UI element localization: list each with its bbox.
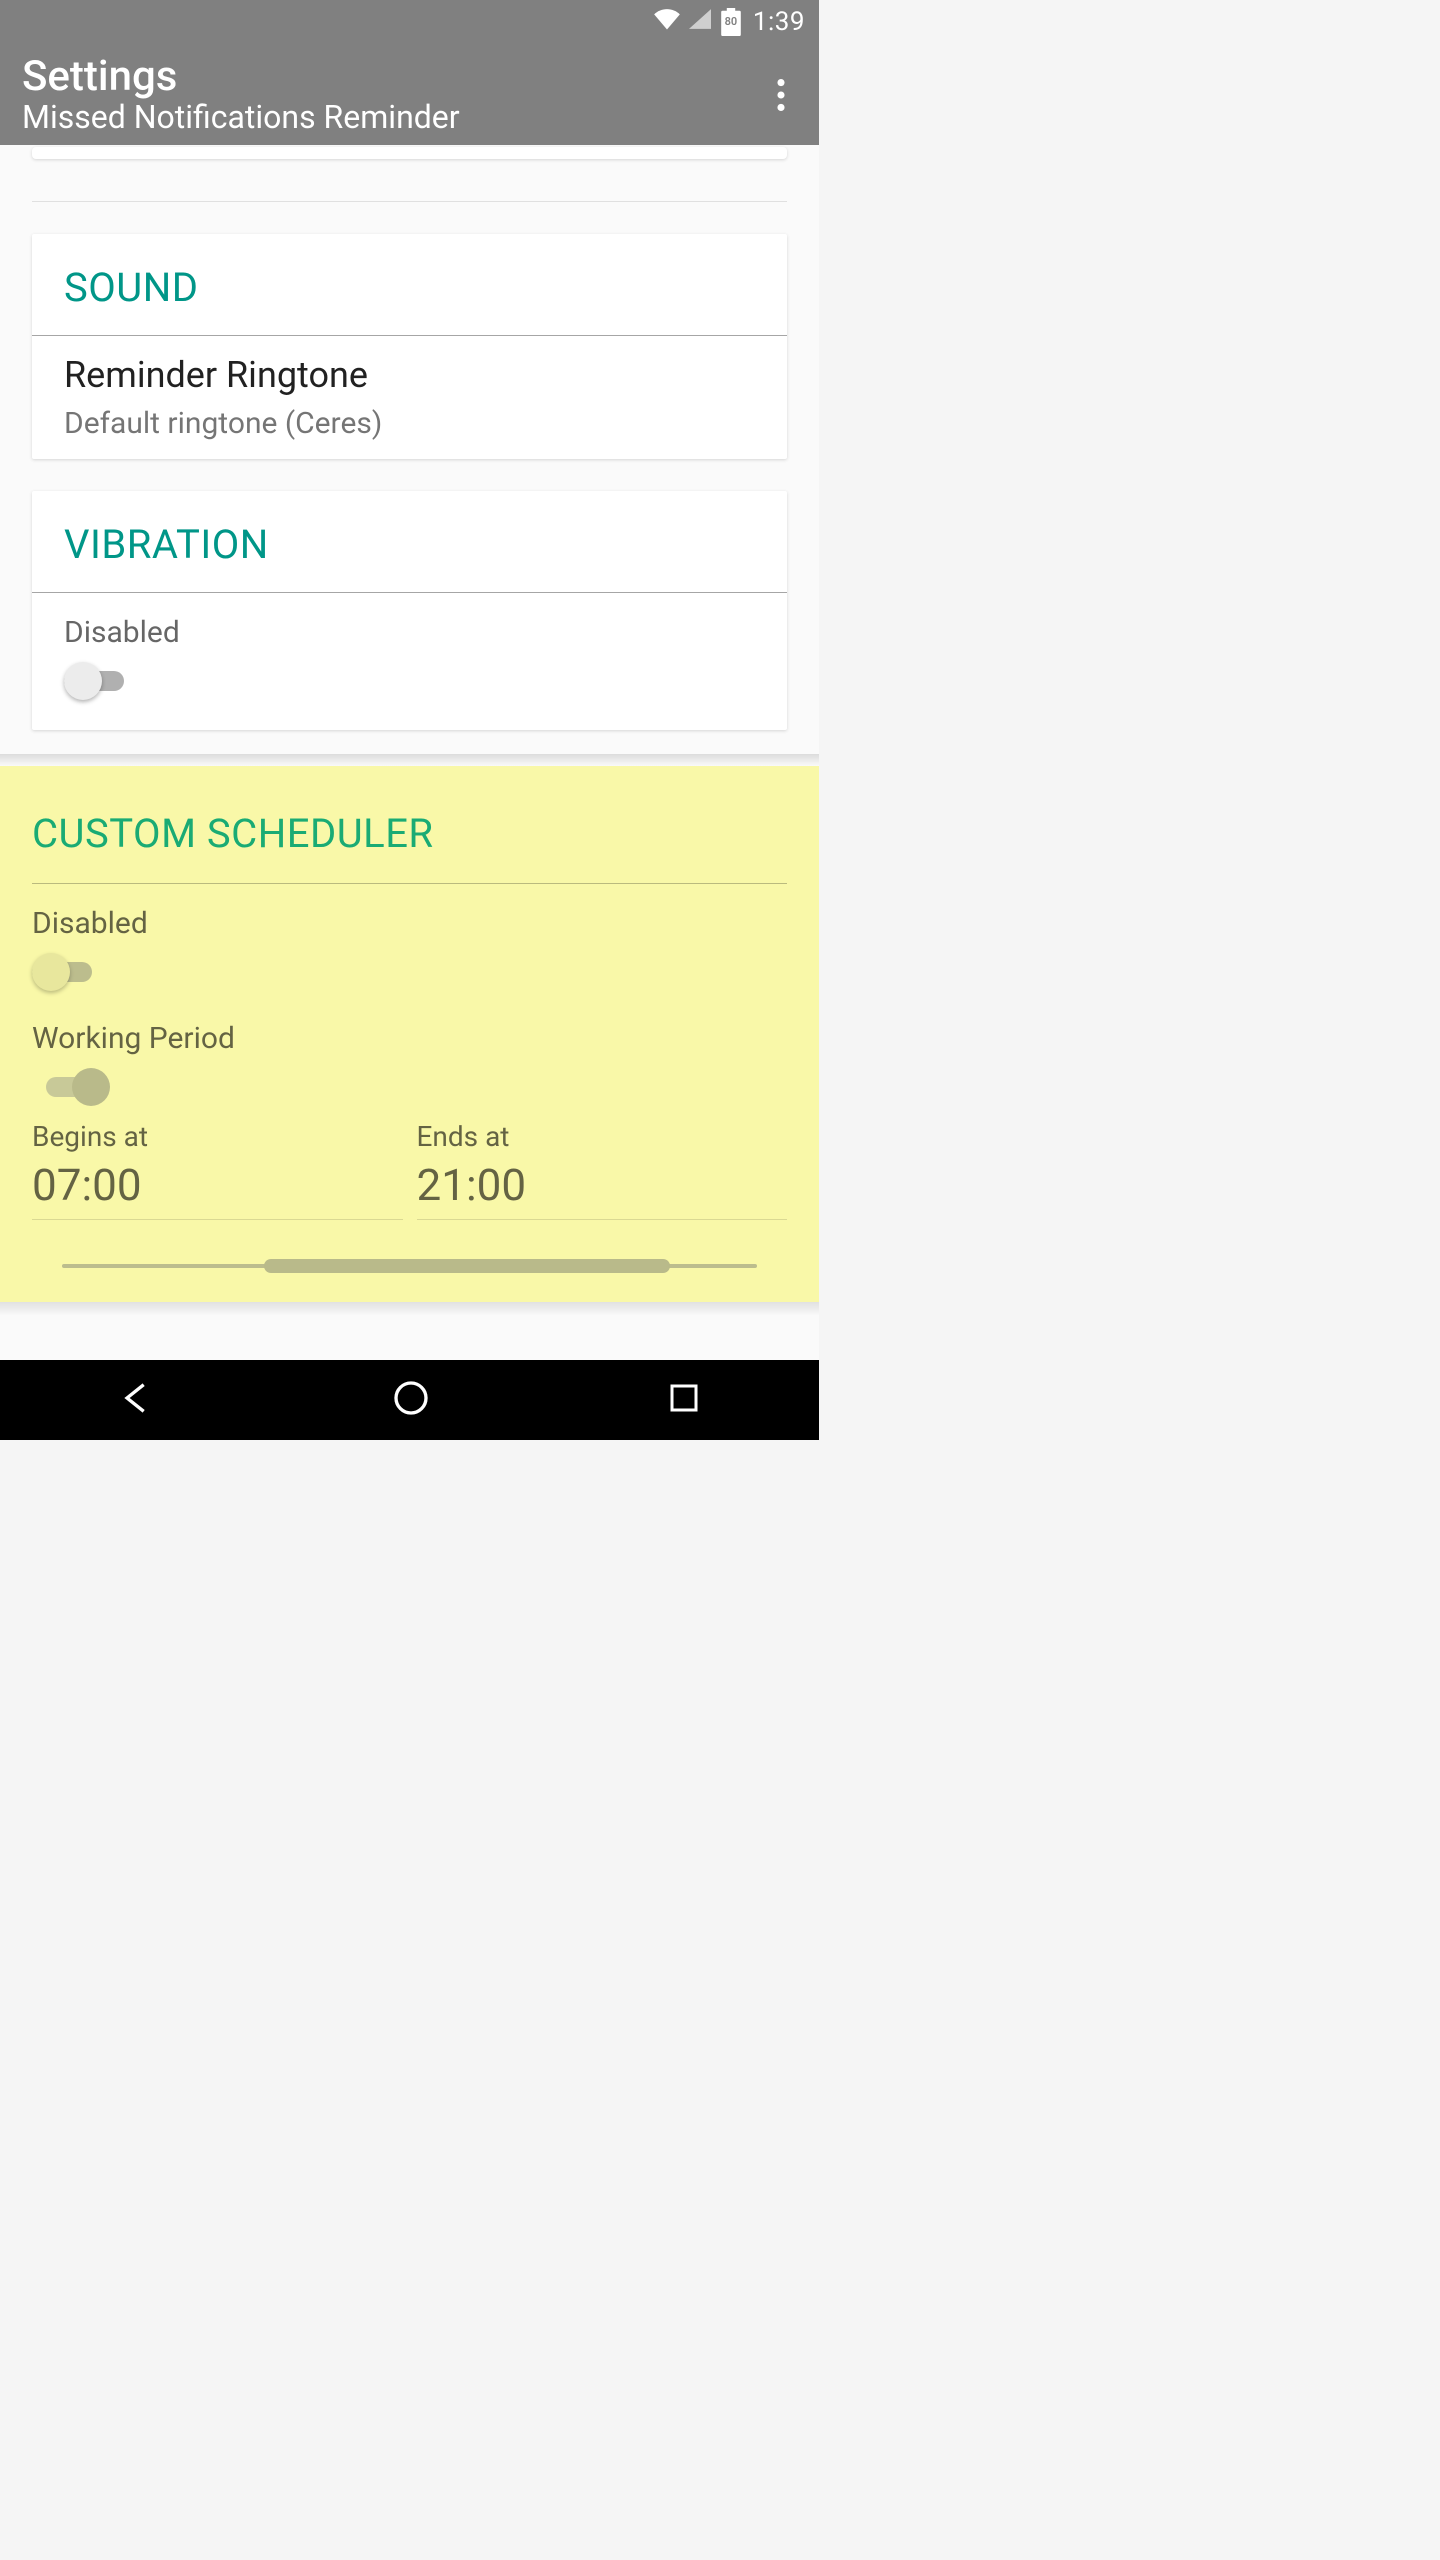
reminder-ringtone-title: Reminder Ringtone	[64, 354, 755, 396]
battery-level: 80	[719, 15, 743, 28]
time-range-slider[interactable]	[62, 1254, 757, 1278]
battery-icon: 80	[719, 8, 743, 36]
overflow-menu-button[interactable]	[757, 71, 805, 119]
navigation-bar	[0, 1360, 819, 1440]
reminder-ringtone-item[interactable]: Reminder Ringtone Default ringtone (Cere…	[32, 336, 787, 459]
more-vert-icon	[777, 79, 785, 111]
app-bar: Settings Missed Notifications Reminder	[0, 44, 819, 145]
back-icon	[117, 1378, 157, 1418]
sound-header: SOUND	[32, 234, 787, 336]
begins-at-field[interactable]: Begins at 07:00	[32, 1120, 403, 1220]
page-subtitle: Missed Notifications Reminder	[22, 101, 460, 135]
scheduler-toggle[interactable]	[32, 953, 98, 989]
status-bar: 80 1:39	[0, 0, 819, 44]
recents-button[interactable]	[666, 1380, 702, 1420]
home-button[interactable]	[391, 1378, 431, 1422]
wifi-icon	[653, 7, 681, 37]
vibration-header: VIBRATION	[32, 491, 787, 593]
ends-at-field[interactable]: Ends at 21:00	[417, 1120, 788, 1220]
cell-signal-icon	[687, 7, 713, 37]
square-icon	[666, 1380, 702, 1416]
ends-at-value: 21:00	[417, 1159, 788, 1211]
clock: 1:39	[753, 7, 805, 37]
circle-icon	[391, 1378, 431, 1418]
scheduler-header: CUSTOM SCHEDULER	[32, 766, 787, 884]
previous-card-edge	[32, 147, 787, 159]
page-title: Settings	[22, 55, 460, 99]
vibration-card: VIBRATION Disabled	[32, 491, 787, 730]
back-button[interactable]	[117, 1378, 157, 1422]
reminder-ringtone-value: Default ringtone (Ceres)	[64, 406, 755, 441]
working-period-toggle[interactable]	[46, 1068, 112, 1104]
working-period-label: Working Period	[32, 1021, 787, 1056]
custom-scheduler-card: CUSTOM SCHEDULER Disabled Working Period…	[0, 766, 819, 1302]
ends-at-label: Ends at	[417, 1120, 788, 1153]
vibration-status: Disabled	[64, 615, 755, 650]
divider	[32, 201, 787, 202]
sound-card: SOUND Reminder Ringtone Default ringtone…	[32, 234, 787, 459]
scheduler-status: Disabled	[32, 906, 787, 941]
begins-at-label: Begins at	[32, 1120, 403, 1153]
begins-at-value: 07:00	[32, 1159, 403, 1211]
shadow	[0, 1302, 819, 1316]
vibration-toggle[interactable]	[64, 662, 130, 698]
